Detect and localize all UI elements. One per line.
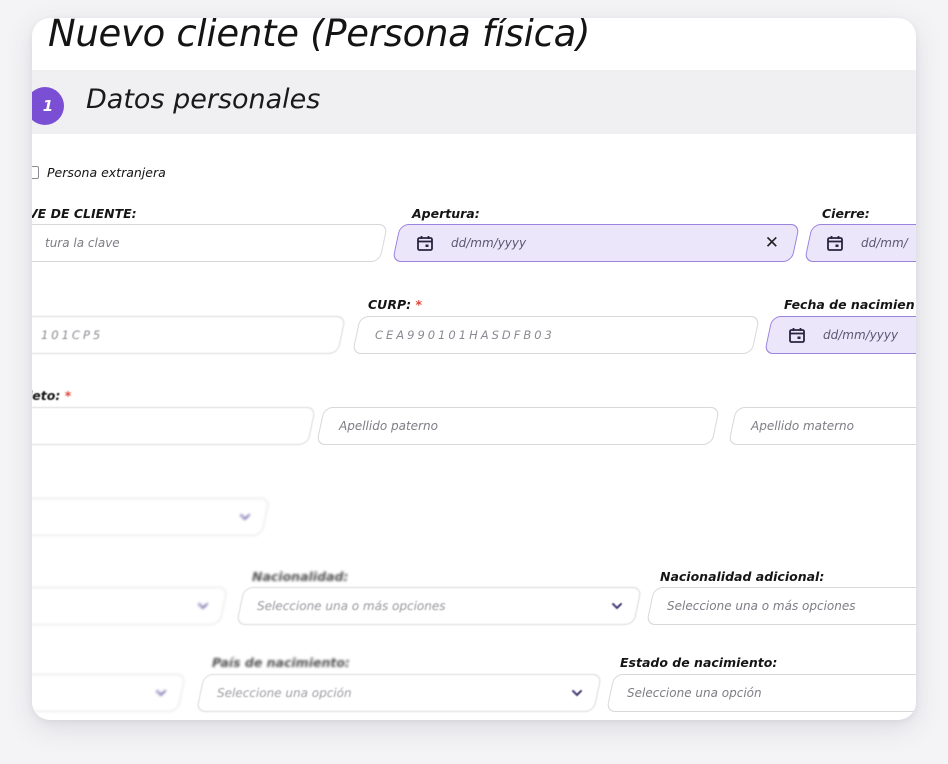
clave-placeholder: tura la clave bbox=[45, 236, 120, 250]
clear-date-icon[interactable]: ✕ bbox=[765, 233, 779, 253]
sexo-select[interactable] bbox=[32, 674, 187, 712]
calendar-icon[interactable] bbox=[417, 235, 433, 251]
apellido-paterno-placeholder: Apellido paterno bbox=[339, 419, 438, 433]
nacionalidad-select[interactable]: Seleccione una o más opciones bbox=[235, 587, 643, 625]
curp-input[interactable]: CEA990101HASDFB03 bbox=[351, 316, 761, 354]
genero-select[interactable] bbox=[32, 498, 271, 536]
form-card: Nuevo cliente (Persona física) 1 Datos p… bbox=[32, 18, 916, 720]
chevron-down-icon bbox=[612, 603, 622, 610]
estado-civil-select[interactable] bbox=[32, 587, 229, 625]
section-header: 1 Datos personales bbox=[32, 70, 916, 134]
foreign-checkbox-row[interactable]: Persona extranjera bbox=[32, 165, 166, 180]
chevron-down-icon bbox=[572, 690, 582, 697]
foreign-checkbox[interactable] bbox=[32, 166, 39, 179]
calendar-icon[interactable] bbox=[827, 235, 843, 251]
chevron-down-icon bbox=[240, 514, 250, 521]
chevron-down-icon bbox=[156, 690, 166, 697]
pais-nacimiento-placeholder: Seleccione una opción bbox=[217, 686, 352, 700]
required-marker: * bbox=[64, 388, 72, 403]
fecha-nacimiento-input[interactable]: dd/mm/yyyy bbox=[763, 316, 916, 354]
step-badge: 1 bbox=[32, 87, 64, 125]
calendar-icon[interactable] bbox=[789, 327, 805, 343]
apellido-materno-input[interactable]: Apellido materno bbox=[727, 407, 916, 445]
curp-label: CURP: * bbox=[368, 297, 422, 312]
apertura-date-input[interactable]: dd/mm/yyyy ✕ bbox=[391, 224, 801, 262]
nacionalidad-adicional-label: Nacionalidad adicional: bbox=[660, 569, 825, 584]
cierre-label: Cierre: bbox=[822, 206, 870, 221]
estado-nacimiento-placeholder: Seleccione una opción bbox=[627, 686, 762, 700]
curp-label-text: CURP: bbox=[368, 297, 412, 312]
nombre-label-text: leto: bbox=[32, 388, 61, 403]
chevron-down-icon bbox=[198, 603, 208, 610]
cierre-date-input[interactable]: dd/mm/ bbox=[803, 224, 916, 262]
estado-nacimiento-select[interactable]: Seleccione una opción bbox=[605, 674, 916, 712]
pais-nacimiento-label: País de nacimiento: bbox=[212, 655, 350, 670]
fecha-nacimiento-label: Fecha de nacimien bbox=[784, 297, 915, 312]
nombre-input[interactable] bbox=[32, 407, 317, 445]
page-title: Nuevo cliente (Persona física) bbox=[48, 18, 591, 55]
nombre-label: leto: * bbox=[32, 388, 71, 403]
cierre-placeholder: dd/mm/ bbox=[861, 236, 908, 250]
apellido-materno-placeholder: Apellido materno bbox=[751, 419, 854, 433]
fecha-nacimiento-placeholder: dd/mm/yyyy bbox=[823, 328, 899, 342]
required-marker: * bbox=[415, 297, 423, 312]
nacionalidad-adicional-placeholder: Seleccione una o más opciones bbox=[667, 599, 856, 613]
rfc-input[interactable]: 101CP5 bbox=[32, 316, 347, 354]
estado-nacimiento-label: Estado de nacimiento: bbox=[620, 655, 778, 670]
nacionalidad-placeholder: Seleccione una o más opciones bbox=[257, 599, 446, 613]
apellido-paterno-input[interactable]: Apellido paterno bbox=[315, 407, 721, 445]
foreign-checkbox-label: Persona extranjera bbox=[47, 165, 166, 180]
nacionalidad-label: Nacionalidad: bbox=[252, 569, 349, 584]
pais-nacimiento-select[interactable]: Seleccione una opción bbox=[195, 674, 603, 712]
apertura-label: Apertura: bbox=[412, 206, 480, 221]
clave-input[interactable]: tura la clave bbox=[32, 224, 389, 262]
apertura-placeholder: dd/mm/yyyy bbox=[451, 236, 527, 250]
clave-label: VE DE CLIENTE: bbox=[32, 206, 137, 221]
rfc-value: 101CP5 bbox=[41, 328, 104, 342]
nacionalidad-adicional-select[interactable]: Seleccione una o más opciones bbox=[645, 587, 916, 625]
curp-value: CEA990101HASDFB03 bbox=[375, 328, 555, 342]
section-title: Datos personales bbox=[86, 84, 321, 115]
